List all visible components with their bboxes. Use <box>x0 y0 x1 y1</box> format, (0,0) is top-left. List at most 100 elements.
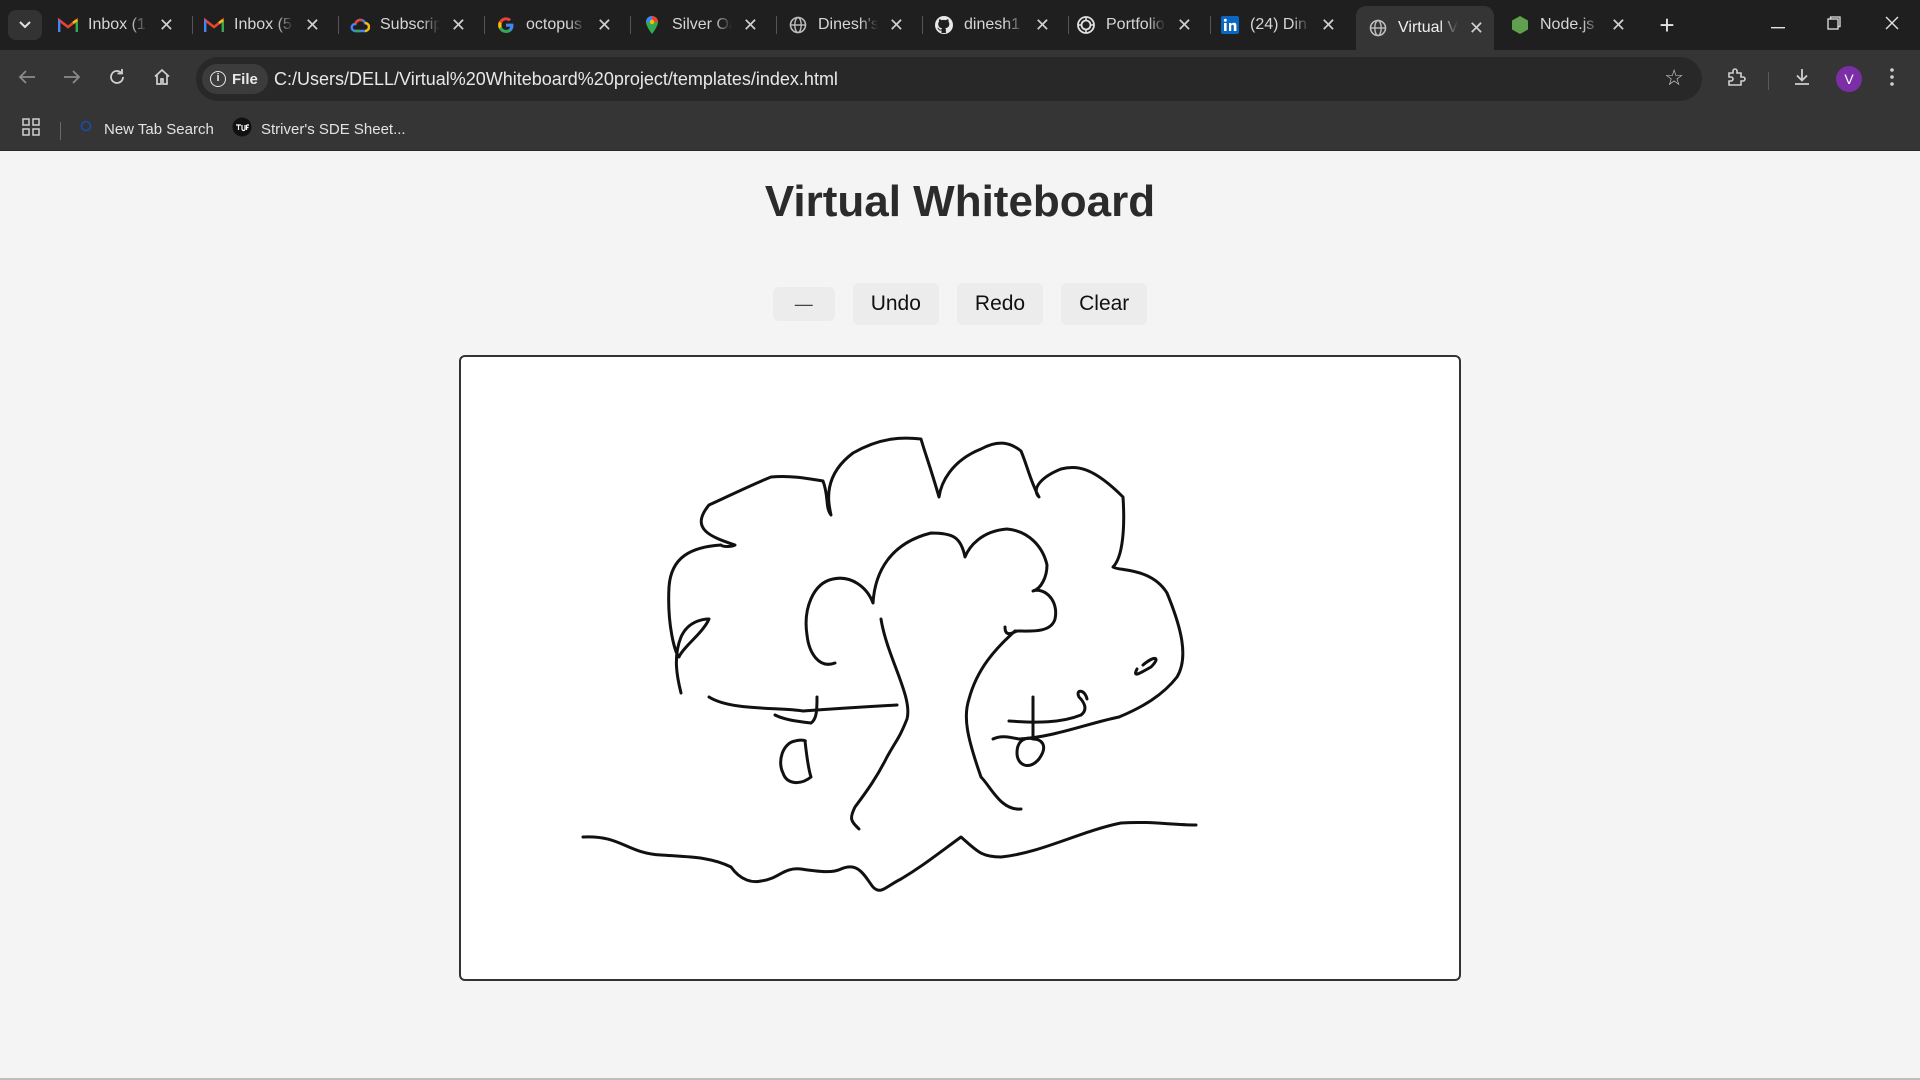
reload-button[interactable] <box>101 63 133 95</box>
sketch-ground-stroke <box>581 820 1198 892</box>
address-bar[interactable]: i File C:/Users/DELL/Virtual%20Whiteboar… <box>196 57 1702 101</box>
tab-title: Portfolio <box>1106 16 1165 33</box>
maps-pin-icon <box>642 15 662 35</box>
site-info-chip[interactable]: i File <box>202 64 268 94</box>
close-icon[interactable]: ✕ <box>451 14 466 36</box>
close-icon[interactable]: ✕ <box>305 14 320 36</box>
tab-divider <box>484 16 485 34</box>
tab-divider <box>922 16 923 34</box>
minimize-icon <box>1771 16 1785 34</box>
profile-avatar[interactable]: V <box>1836 66 1862 92</box>
home-button[interactable] <box>146 63 178 95</box>
google-icon <box>496 15 516 35</box>
tab-divider <box>776 16 777 34</box>
whiteboard-page: Virtual Whiteboard — Undo Redo Clear <box>0 151 1920 1080</box>
close-icon[interactable]: ✕ <box>889 14 904 36</box>
bookmarks-divider <box>60 122 61 140</box>
google-cloud-icon <box>350 15 370 35</box>
sketch-right-branch-stroke <box>1007 689 1089 724</box>
github-icon <box>934 15 954 35</box>
tab-nodejs[interactable]: Node.js ✕ <box>1510 8 1636 42</box>
redo-button[interactable]: Redo <box>956 283 1044 325</box>
bookmarks-bar: New Tab Search Striver's SDE Sheet... <box>0 108 1920 151</box>
sketch-canopy-outer-stroke <box>667 436 1185 741</box>
close-icon[interactable]: ✕ <box>159 14 174 36</box>
bookmark-new-tab-search[interactable]: New Tab Search <box>80 118 214 140</box>
tab-title: dinesh1 <box>964 16 1021 33</box>
apps-grid-icon <box>22 118 40 140</box>
tab-divider <box>630 16 631 34</box>
tab-title: Node.js <box>1540 16 1595 33</box>
restore-icon <box>1827 15 1841 35</box>
close-icon[interactable]: ✕ <box>597 14 612 36</box>
tab-divider <box>1210 16 1211 34</box>
tab-maps[interactable]: Silver Oa ✕ <box>642 8 768 42</box>
close-icon[interactable]: ✕ <box>1177 14 1192 36</box>
page-title: Virtual Whiteboard <box>764 177 1156 226</box>
bookmark-star-icon[interactable]: ☆ <box>1664 67 1684 89</box>
tab-dinesh-site[interactable]: Dinesh's ✕ <box>788 8 914 42</box>
tab-subscriptions[interactable]: Subscrip ✕ <box>350 8 476 42</box>
home-icon <box>153 68 171 91</box>
back-button[interactable] <box>11 63 43 95</box>
globe-icon <box>1368 18 1388 38</box>
browser-menu-button[interactable] <box>1876 63 1908 95</box>
toolbar-divider <box>1768 72 1769 90</box>
tab-divider <box>338 16 339 34</box>
tree-sketch <box>581 436 1198 892</box>
tab-divider <box>192 16 193 34</box>
clear-button[interactable]: Clear <box>1061 283 1148 325</box>
restore-button[interactable] <box>1806 0 1862 50</box>
tab-virtual-whiteboard[interactable]: Virtual V ✕ <box>1356 6 1494 50</box>
undo-button[interactable]: Undo <box>852 283 939 325</box>
gmail-icon <box>58 15 78 35</box>
chevron-down-icon <box>18 17 32 33</box>
bookmark-strivers-sheet[interactable]: Striver's SDE Sheet... <box>232 117 406 141</box>
linkedin-icon <box>1220 15 1240 35</box>
browser-tab-strip: Inbox (1 ✕ Inbox (5 ✕ Subscrip ✕ octopus… <box>0 0 1920 50</box>
site-info-label: File <box>232 70 258 88</box>
tab-gmail-1[interactable]: Inbox (1 ✕ <box>58 8 184 42</box>
tab-title: Inbox (5 <box>234 16 292 33</box>
info-icon: i <box>210 71 226 87</box>
close-icon[interactable]: ✕ <box>1321 14 1336 36</box>
tab-google-search[interactable]: octopus ✕ <box>496 8 622 42</box>
close-window-button[interactable] <box>1864 0 1920 50</box>
tab-github[interactable]: dinesh1 ✕ <box>934 8 1060 42</box>
tab-title: (24) Din <box>1250 16 1307 33</box>
drawing-canvas[interactable] <box>459 355 1461 981</box>
arrow-left-icon <box>18 69 36 90</box>
tab-title: Inbox (1 <box>88 16 146 33</box>
brush-size-selector[interactable]: — <box>772 287 835 321</box>
close-icon[interactable]: ✕ <box>1469 17 1484 39</box>
new-tab-button[interactable]: + <box>1652 10 1682 40</box>
url-text[interactable]: C:/Users/DELL/Virtual%20Whiteboard%20pro… <box>274 69 838 90</box>
tab-portfolio[interactable]: Portfolio ✕ <box>1076 8 1202 42</box>
gmail-icon <box>204 15 224 35</box>
download-icon <box>1792 67 1812 92</box>
arrow-right-icon <box>63 69 81 90</box>
apps-button[interactable] <box>22 118 40 140</box>
tab-title: Silver Oa <box>672 16 732 33</box>
minimize-button[interactable] <box>1750 0 1806 50</box>
tab-title: Subscrip <box>380 16 440 33</box>
bookmark-label: Striver's SDE Sheet... <box>261 120 406 138</box>
forward-button[interactable] <box>56 63 88 95</box>
tab-linkedin[interactable]: (24) Din ✕ <box>1220 8 1346 42</box>
nodejs-icon <box>1510 15 1530 35</box>
puzzle-icon <box>1726 67 1746 92</box>
reload-icon <box>108 68 126 91</box>
search-icon <box>80 120 94 138</box>
tuf-logo-icon <box>232 117 252 141</box>
close-icon[interactable]: ✕ <box>1611 14 1626 36</box>
close-icon <box>1885 16 1899 35</box>
close-icon[interactable]: ✕ <box>743 14 758 36</box>
downloads-button[interactable] <box>1786 63 1818 95</box>
extensions-button[interactable] <box>1720 63 1752 95</box>
sketch-canopy-curl-stroke <box>1134 657 1158 676</box>
more-vertical-icon <box>1890 67 1894 91</box>
tab-gmail-2[interactable]: Inbox (5 ✕ <box>204 8 330 42</box>
tab-search-button[interactable] <box>8 10 42 40</box>
close-icon[interactable]: ✕ <box>1035 14 1050 36</box>
browser-toolbar: i File C:/Users/DELL/Virtual%20Whiteboar… <box>0 50 1920 108</box>
